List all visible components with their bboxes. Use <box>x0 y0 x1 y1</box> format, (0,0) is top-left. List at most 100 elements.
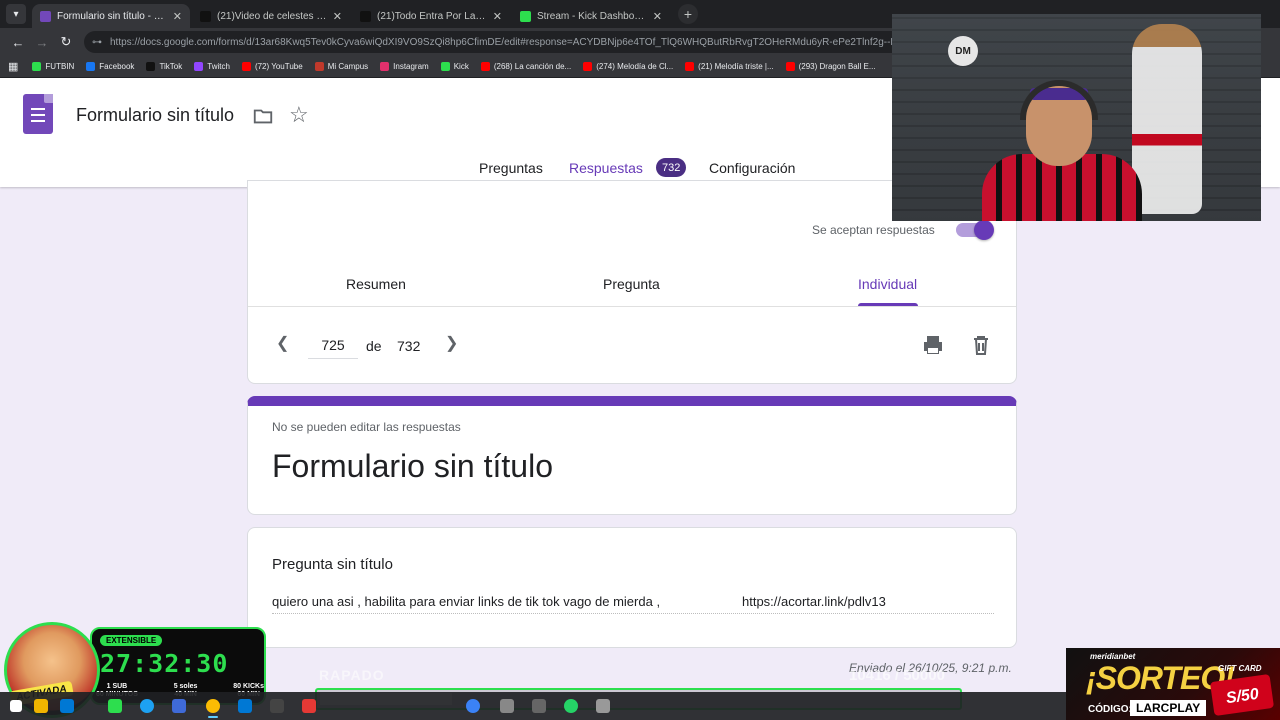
bookmark-favicon-icon <box>785 62 795 71</box>
question-card: Pregunta sin título quiero una asi , hab… <box>247 527 1017 648</box>
star-icon[interactable]: ☆ <box>289 102 309 128</box>
bookmark-item[interactable]: (21) Melodía triste |... <box>685 62 774 71</box>
tab-settings[interactable]: Configuración <box>709 160 795 176</box>
bookmark-label: (274) Melodía de Cl... <box>596 62 674 71</box>
close-tab-icon[interactable]: ✕ <box>493 10 502 23</box>
bookmark-favicon-icon <box>440 62 450 71</box>
tab-title: Formulario sin título - Formular <box>57 10 167 22</box>
bookmark-item[interactable]: Mi Campus <box>314 62 368 71</box>
kick-app-icon[interactable] <box>108 699 122 713</box>
reload-icon[interactable]: ↻ <box>54 30 78 54</box>
browser-tab[interactable]: (21)Todo Entra Por La Vista: Ref ✕ <box>352 4 510 28</box>
new-tab-button[interactable]: + <box>678 4 698 24</box>
goal-name: RAPADO <box>319 667 385 683</box>
browser-tab[interactable]: (21)Video de celestes​ (@gabc ✕ <box>192 4 350 28</box>
bookmark-label: Instagram <box>393 62 429 71</box>
sorteo-code-label: CÓDIGO: <box>1088 704 1132 715</box>
football-player-cutout <box>1132 24 1202 214</box>
calculator-icon[interactable] <box>532 699 546 713</box>
bookmark-favicon-icon <box>86 62 96 71</box>
site-info-icon[interactable]: ⊶ <box>92 37 102 48</box>
response-form-title: Formulario sin título <box>272 448 553 484</box>
tab-favicon-icon <box>360 10 371 22</box>
file-explorer-icon[interactable] <box>34 699 48 713</box>
individual-tab-indicator <box>858 303 918 306</box>
accepting-responses-toggle[interactable] <box>956 220 994 240</box>
tab-title: (21)Todo Entra Por La Vista: Ref <box>377 10 487 22</box>
app-icon-3[interactable] <box>596 699 610 713</box>
bookmark-label: (21) Melodía triste |... <box>698 62 774 71</box>
bookmark-label: Twitch <box>207 62 230 71</box>
forward-icon[interactable]: → <box>30 30 54 54</box>
tab-title: Stream - Kick Dashboard <box>537 10 647 22</box>
url-bar[interactable]: ⊶ https://docs.google.com/forms/d/13ar68… <box>84 31 904 53</box>
bookmark-favicon-icon <box>685 62 695 71</box>
close-tab-icon[interactable]: ✕ <box>173 10 182 23</box>
current-response-input[interactable]: 725 <box>308 337 358 359</box>
tab-responses[interactable]: Respuestas <box>569 160 643 176</box>
tab-search-icon[interactable]: ▾ <box>6 4 26 24</box>
tab-favicon-icon <box>40 10 51 22</box>
bookmark-item[interactable]: Twitch <box>194 62 230 71</box>
next-response-icon[interactable]: ❯ <box>445 333 458 353</box>
bookmark-label: (268) La canción de... <box>493 62 572 71</box>
settings-icon[interactable] <box>60 699 74 713</box>
bookmark-label: (72) YouTube <box>254 62 303 71</box>
tab-summary[interactable]: Resumen <box>346 276 406 292</box>
bookmark-label: FUTBIN <box>45 62 75 71</box>
timer-rule-top: 5 soles <box>173 683 198 690</box>
bookmark-favicon-icon <box>480 62 490 71</box>
whatsapp-icon[interactable] <box>564 699 578 713</box>
media-icon[interactable] <box>302 699 316 713</box>
print-icon[interactable] <box>921 333 945 357</box>
bookmark-item[interactable]: (268) La canción de... <box>480 62 572 71</box>
readonly-note: No se pueden editar las respuestas <box>272 420 461 434</box>
browser-tab[interactable]: Stream - Kick Dashboard ✕ <box>512 4 670 28</box>
google-forms-logo-icon[interactable] <box>23 94 53 134</box>
tab-favicon-icon <box>520 10 531 22</box>
bookmark-label: Kick <box>453 62 469 71</box>
back-icon[interactable]: ← <box>6 30 30 54</box>
webcam-overlay: DM <box>892 14 1261 221</box>
bookmark-item[interactable]: Instagram <box>380 62 429 71</box>
goal-count: 10416 / 50000 <box>849 667 945 684</box>
mail-icon[interactable] <box>238 699 252 713</box>
close-tab-icon[interactable]: ✕ <box>333 10 342 23</box>
form-title[interactable]: Formulario sin título <box>76 105 234 126</box>
windows-start-icon[interactable] <box>10 700 22 712</box>
controller-icon[interactable] <box>270 699 284 713</box>
browser-icon[interactable] <box>466 699 480 713</box>
pager-of-label: de <box>366 338 382 354</box>
bookmark-favicon-icon <box>241 62 251 71</box>
delete-icon[interactable] <box>969 333 993 357</box>
tab-individual[interactable]: Individual <box>858 276 917 292</box>
windows-taskbar <box>0 692 1066 720</box>
apps-grid-icon[interactable]: ▦ <box>8 60 18 73</box>
bookmark-favicon-icon <box>583 62 593 71</box>
edge-icon[interactable] <box>140 699 154 713</box>
bookmark-item[interactable]: Kick <box>440 62 469 71</box>
tab-question[interactable]: Pregunta <box>603 276 660 292</box>
bookmark-item[interactable]: TikTok <box>146 62 182 71</box>
tab-questions[interactable]: Preguntas <box>479 160 543 176</box>
bookmark-favicon-icon <box>380 62 390 71</box>
browser-tab[interactable]: Formulario sin título - Formular ✕ <box>32 4 190 28</box>
sorteo-code: LARCPLAY <box>1130 700 1207 716</box>
club-logo-icon: DM <box>948 36 978 66</box>
bookmark-favicon-icon <box>194 62 204 71</box>
chrome-icon[interactable] <box>206 699 220 718</box>
bookmark-item[interactable]: FUTBIN <box>32 62 74 71</box>
bookmark-item[interactable]: (293) Dragon Ball E... <box>785 62 876 71</box>
bookmark-item[interactable]: (274) Melodía de Cl... <box>583 62 673 71</box>
bookmark-item[interactable]: (72) YouTube <box>241 62 303 71</box>
app-icon[interactable] <box>172 699 186 713</box>
close-tab-icon[interactable]: ✕ <box>653 10 662 23</box>
folder-icon[interactable] <box>252 105 274 127</box>
app-icon-2[interactable] <box>500 699 514 713</box>
timer-rule-top: 80 KICKs <box>233 683 264 690</box>
answer-link[interactable]: https://acortar.link/pdlv13 <box>742 594 886 609</box>
previous-response-icon[interactable]: ❮ <box>276 333 289 353</box>
gift-card-label: GIFT CARD <box>1218 664 1262 673</box>
bookmark-label: TikTok <box>159 62 183 71</box>
bookmark-item[interactable]: Facebook <box>86 62 134 71</box>
